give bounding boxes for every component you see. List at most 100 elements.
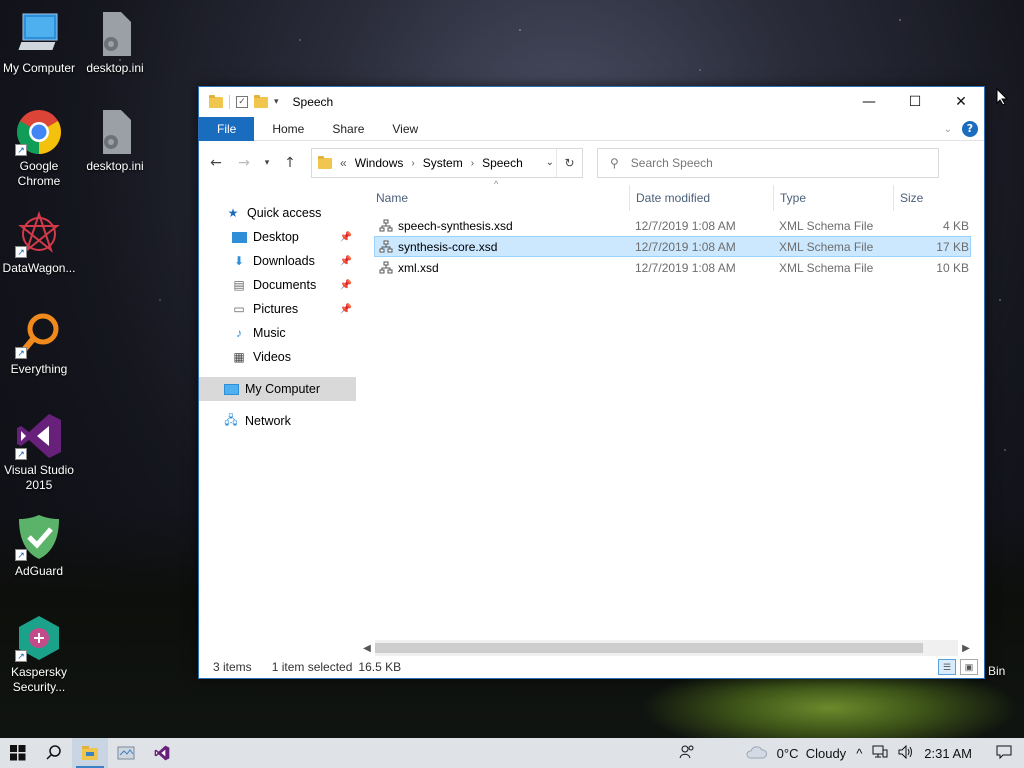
desktop-icon-visual-studio[interactable]: ↗ Visual Studio 2015 xyxy=(0,412,78,493)
file-date: 12/7/2019 1:08 AM xyxy=(635,239,736,254)
pin-icon: 📌 xyxy=(339,255,352,267)
nav-item-label: Documents xyxy=(253,278,317,292)
nav-item-music[interactable]: ♪ Music xyxy=(199,321,356,345)
recent-locations-icon[interactable]: ▾ xyxy=(261,158,273,168)
search-icon xyxy=(46,745,61,760)
desktop-icon-my-computer[interactable]: My Computer xyxy=(0,10,78,76)
maximize-button[interactable]: ☐ xyxy=(892,87,938,117)
weather-text[interactable]: 0°C Cloudy xyxy=(777,746,847,761)
ribbon-tabs: File Home Share View ⌄ ? xyxy=(199,116,984,141)
tab-file[interactable]: File xyxy=(199,116,255,141)
xsd-file-icon xyxy=(379,261,393,273)
scroll-thumb[interactable] xyxy=(375,643,924,653)
desktop-icon-kaspersky[interactable]: ↗ Kaspersky Security... xyxy=(0,614,78,695)
expand-ribbon-icon[interactable]: ⌄ xyxy=(944,124,952,135)
nav-item-my-computer[interactable]: My Computer xyxy=(199,377,356,401)
horizontal-scrollbar[interactable]: ◀ ▶ xyxy=(359,640,974,656)
address-bar[interactable]: « Windows › System › Speech ⌄ ↻ xyxy=(311,148,583,178)
file-size: 17 KB xyxy=(936,239,969,254)
chevron-up-icon[interactable]: ^ xyxy=(856,746,862,761)
tab-home[interactable]: Home xyxy=(258,117,318,141)
column-header-date[interactable]: Date modified xyxy=(630,185,774,211)
file-type: XML Schema File xyxy=(779,239,874,254)
network-tray-icon[interactable] xyxy=(872,745,888,762)
address-overflow[interactable]: « xyxy=(340,156,347,170)
help-icon[interactable]: ? xyxy=(962,121,978,137)
computer-icon xyxy=(223,382,239,396)
details-view-icon[interactable]: ☰ xyxy=(938,659,956,675)
properties-icon[interactable]: ✓ xyxy=(236,96,248,108)
file-list: speech-synthesis.xsd 12/7/2019 1:08 AM X… xyxy=(374,215,984,278)
clock[interactable]: 2:31 AM xyxy=(924,746,972,761)
scroll-track[interactable] xyxy=(375,640,958,656)
breadcrumb-speech[interactable]: Speech xyxy=(482,156,523,170)
recycle-bin-label[interactable]: Bin xyxy=(988,664,1005,678)
quick-access-toolbar: ✓ ▾ xyxy=(209,94,279,109)
desktop-icon-desktop-ini-2[interactable]: desktop.ini xyxy=(76,108,154,174)
shortcut-arrow-icon: ↗ xyxy=(15,246,27,258)
file-row-selected[interactable]: synthesis-core.xsd 12/7/2019 1:08 AM XML… xyxy=(374,236,971,257)
document-icon: ▤ xyxy=(233,278,245,292)
datawagon-icon: ↗ xyxy=(15,210,63,258)
xsd-file-icon xyxy=(379,240,393,252)
desktop-icon-chrome[interactable]: ↗ Google Chrome xyxy=(0,108,78,189)
nav-item-desktop[interactable]: Desktop 📌 xyxy=(199,225,356,249)
search-input[interactable]: ⚲ Search Speech xyxy=(597,148,939,178)
nav-item-quick-access[interactable]: ★ Quick access xyxy=(199,201,356,225)
breadcrumb-system[interactable]: System xyxy=(423,156,463,170)
tab-view[interactable]: View xyxy=(378,117,432,141)
column-header-name[interactable]: Name xyxy=(370,185,630,211)
minimize-button[interactable]: — xyxy=(846,87,892,117)
chevron-right-icon[interactable]: › xyxy=(471,158,474,169)
kaspersky-icon: ↗ xyxy=(15,614,63,662)
close-button[interactable]: ✕ xyxy=(938,87,984,117)
status-item-count: 3 items xyxy=(213,660,252,674)
my-computer-icon xyxy=(15,10,63,58)
large-icons-view-icon[interactable]: ▣ xyxy=(960,659,978,675)
refresh-button[interactable]: ↻ xyxy=(556,149,582,177)
scroll-left-icon[interactable]: ◀ xyxy=(359,643,375,654)
taskbar-app[interactable] xyxy=(108,738,144,768)
chevron-down-icon[interactable]: ⌄ xyxy=(546,157,554,168)
file-name: xml.xsd xyxy=(398,260,439,275)
file-row[interactable]: xml.xsd 12/7/2019 1:08 AM XML Schema Fil… xyxy=(374,257,971,278)
desktop-icon-desktop-ini[interactable]: desktop.ini xyxy=(76,10,154,76)
tab-share[interactable]: Share xyxy=(318,117,378,141)
desktop-icon-datawagon[interactable]: ↗ DataWagon... xyxy=(0,210,78,276)
nav-item-downloads[interactable]: ⬇ Downloads 📌 xyxy=(199,249,356,273)
chevron-right-icon[interactable]: › xyxy=(411,158,414,169)
people-icon[interactable] xyxy=(679,744,695,763)
desktop-icon-label: Google Chrome xyxy=(17,159,61,188)
nav-item-videos[interactable]: ▦ Videos xyxy=(199,345,356,369)
up-arrow-icon[interactable]: ↑ xyxy=(279,155,301,171)
customize-dropdown-icon[interactable]: ▾ xyxy=(274,97,279,107)
taskbar-file-explorer[interactable] xyxy=(72,738,108,768)
back-arrow-icon[interactable]: ← xyxy=(205,155,227,171)
visual-studio-icon: ↗ xyxy=(15,412,63,460)
taskbar-visual-studio[interactable] xyxy=(144,738,180,768)
nav-item-documents[interactable]: ▤ Documents 📌 xyxy=(199,273,356,297)
search-button[interactable] xyxy=(36,738,72,768)
scroll-right-icon[interactable]: ▶ xyxy=(958,643,974,654)
nav-item-network[interactable]: 🖧 Network xyxy=(199,409,356,433)
sort-ascending-icon: ^ xyxy=(494,179,499,189)
column-header-type[interactable]: Type xyxy=(774,185,894,211)
desktop-icon-label: Visual Studio 2015 xyxy=(4,463,74,492)
file-explorer-icon xyxy=(82,746,98,760)
nav-item-label: Network xyxy=(245,414,291,428)
forward-arrow-icon[interactable]: → xyxy=(233,155,255,171)
nav-item-pictures[interactable]: ▭ Pictures 📌 xyxy=(199,297,356,321)
desktop-icon-everything[interactable]: ↗ Everything xyxy=(0,311,78,377)
desktop-icon-adguard[interactable]: ↗ AdGuard xyxy=(0,513,78,579)
new-folder-icon[interactable] xyxy=(254,94,268,108)
status-bar: 3 items 1 item selected 16.5 KB ☰ ▣ xyxy=(199,656,984,678)
notifications-icon[interactable] xyxy=(996,744,1012,763)
breadcrumb-windows[interactable]: Windows xyxy=(355,156,404,170)
cloud-weather-icon[interactable] xyxy=(745,745,767,762)
column-header-size[interactable]: Size xyxy=(894,185,972,211)
volume-icon[interactable] xyxy=(898,744,914,762)
start-button[interactable] xyxy=(0,738,36,768)
title-bar[interactable]: ✓ ▾ Speech — ☐ ✕ xyxy=(199,87,984,117)
file-row[interactable]: speech-synthesis.xsd 12/7/2019 1:08 AM X… xyxy=(374,215,971,236)
pictures-icon: ▭ xyxy=(233,302,245,316)
